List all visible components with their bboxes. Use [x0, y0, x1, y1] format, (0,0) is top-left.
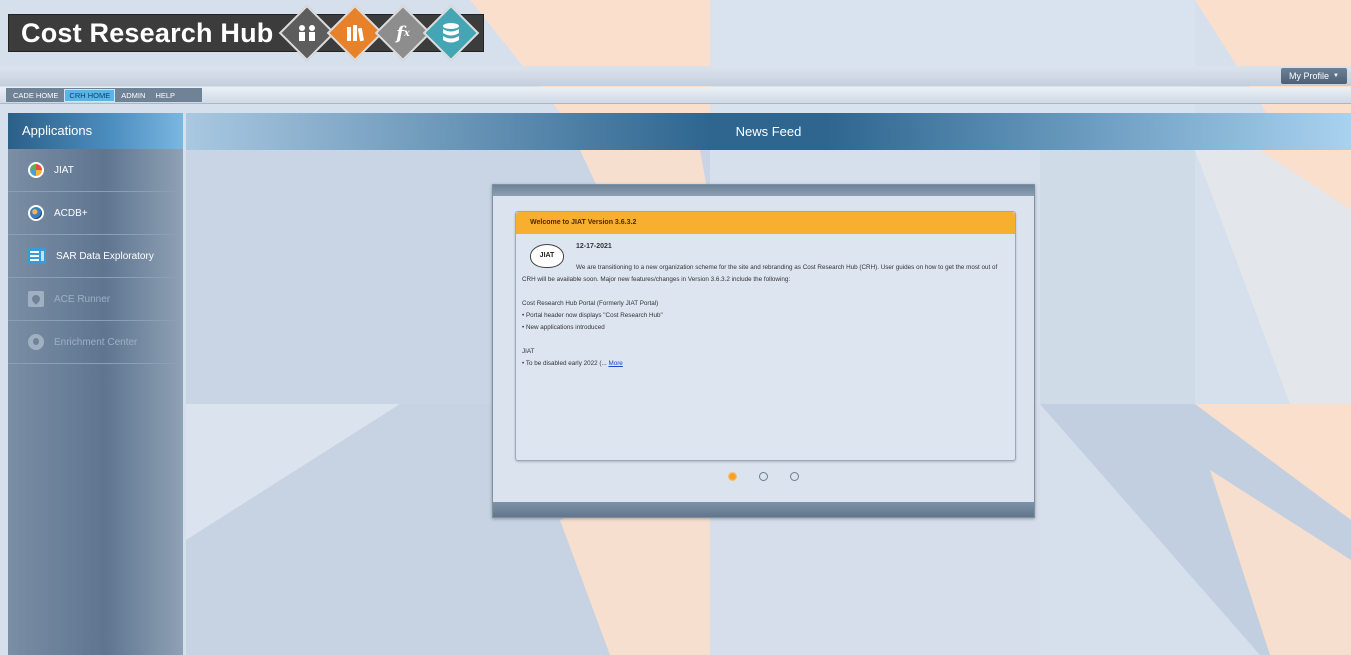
sidebar-item-label: Enrichment Center: [54, 336, 138, 348]
sidebar-item-label: ACDB+: [54, 207, 88, 219]
my-profile-button[interactable]: My Profile ▼: [1281, 68, 1347, 84]
sidebar-item-enrichment-center: Enrichment Center: [8, 321, 183, 364]
books-icon: [335, 13, 375, 53]
jiat-icon: [28, 162, 44, 178]
nav-admin[interactable]: ADMIN: [117, 90, 149, 101]
jiat-cloud-icon: JIAT: [530, 244, 564, 268]
site-logo[interactable]: Cost Research Hub fx: [8, 4, 484, 62]
nav-cade-home[interactable]: CADE HOME: [9, 90, 62, 101]
sidebar-item-label: JIAT: [54, 164, 74, 176]
sidebar-item-ace-runner: ACE Runner: [8, 278, 183, 321]
function-icon: fx: [396, 22, 410, 44]
enrichment-icon: [28, 334, 44, 350]
main-nav: CADE HOME CRH HOME ADMIN HELP: [0, 87, 1351, 104]
my-profile-label: My Profile: [1289, 71, 1330, 81]
news-list-item-text: • To be disabled early 2022 (...: [522, 360, 607, 367]
pager-dot-1[interactable]: [728, 472, 737, 481]
sidebar-item-label: ACE Runner: [54, 293, 111, 305]
news-section-title: JIAT: [522, 348, 535, 355]
ace-runner-icon: [28, 291, 44, 307]
panel-top-bar: [493, 185, 1034, 196]
sidebar-title: Applications: [8, 113, 183, 149]
news-list-item: • Portal header now displays "Cost Resea…: [522, 312, 663, 319]
news-section-title: Cost Research Hub Portal (Formerly JIAT …: [522, 300, 659, 307]
site-header: Cost Research Hub fx: [0, 0, 1351, 68]
panel-bottom-bar: [493, 502, 1034, 517]
news-feed-panel: Welcome to JIAT Version 3.6.3.2 JIAT 12-…: [492, 184, 1035, 518]
pager-dot-3[interactable]: [790, 472, 799, 481]
more-link[interactable]: More: [608, 360, 622, 367]
chevron-down-icon: ▼: [1333, 73, 1339, 79]
news-card-body: JIAT 12-17-2021 We are transitioning to …: [516, 234, 1015, 370]
nav-crh-home[interactable]: CRH HOME: [64, 88, 116, 102]
sidebar-item-label: SAR Data Exploratory: [56, 250, 154, 262]
people-icon: [287, 13, 327, 53]
acdb-icon: [28, 205, 44, 221]
sidebar-item-jiat[interactable]: JIAT: [8, 149, 183, 192]
sar-icon: [28, 248, 46, 264]
nav-strip: CADE HOME CRH HOME ADMIN HELP: [6, 88, 202, 102]
pager-dot-2[interactable]: [759, 472, 768, 481]
news-card-title: Welcome to JIAT Version 3.6.3.2: [516, 212, 1015, 234]
news-list-item: • To be disabled early 2022 (... More: [522, 358, 1009, 370]
sidebar-item-sar-data-exploratory[interactable]: SAR Data Exploratory: [8, 235, 183, 278]
site-title: Cost Research Hub: [21, 17, 274, 48]
news-date: 12-17-2021: [576, 243, 612, 250]
logo-icon-group: fx: [277, 4, 487, 62]
carousel-pager: [493, 472, 1034, 481]
news-feed-header: News Feed: [186, 113, 1351, 150]
sidebar-item-acdb[interactable]: ACDB+: [8, 192, 183, 235]
news-card: Welcome to JIAT Version 3.6.3.2 JIAT 12-…: [515, 211, 1016, 461]
news-list-item: • New applications introduced: [522, 324, 605, 331]
applications-sidebar: Applications JIAT ACDB+ SAR Data Explora…: [8, 113, 183, 655]
database-icon: [431, 13, 471, 53]
news-intro: We are transitioning to a new organizati…: [522, 264, 998, 283]
nav-help[interactable]: HELP: [151, 90, 179, 101]
profile-bar: My Profile ▼: [0, 66, 1351, 86]
